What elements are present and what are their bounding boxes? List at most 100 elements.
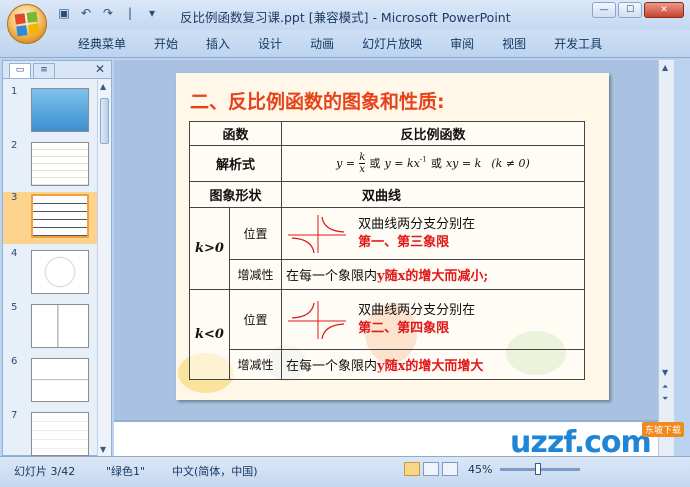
- ribbon-tabs: 经典菜单 开始 插入 设计 动画 幻灯片放映 审阅 视图 开发工具: [64, 36, 616, 52]
- scroll-up-icon[interactable]: ▲: [662, 63, 668, 72]
- zoom-slider-handle[interactable]: [535, 463, 541, 475]
- panel-tabs: ▭ ≡ ✕: [3, 61, 111, 79]
- customize-qat-icon[interactable]: ▾: [144, 6, 160, 20]
- outline-tab-icon[interactable]: ≡: [33, 63, 55, 78]
- position-text-pos: 双曲线两分支分别在 第一、第三象限: [358, 216, 475, 252]
- slide-thumbnail-4[interactable]: 4: [3, 248, 97, 300]
- position-neg-line2: 第二、第四象限: [358, 320, 450, 336]
- k-negative-label: k<0: [189, 289, 230, 380]
- slides-panel: ▭ ≡ ✕ 1 2 3 4 5 6 7 ▲ ▼: [2, 60, 112, 456]
- scroll-up-icon[interactable]: ▲: [100, 82, 106, 91]
- formula-exponent: -1: [419, 155, 427, 164]
- zoom-level[interactable]: 45%: [468, 463, 492, 476]
- theme-name: "绿色1": [106, 465, 146, 478]
- formula-condition: (k ≠ 0): [491, 157, 530, 170]
- formula-cell: y = k x 或 y = kx-1 或 xy = k (k ≠ 0): [281, 145, 585, 182]
- trend-cell-neg: 在每一个象限内y随x的增大而增大: [281, 349, 585, 380]
- ribbon: 经典菜单 开始 插入 设计 动画 幻灯片放映 审阅 视图 开发工具: [0, 30, 690, 58]
- office-button[interactable]: [7, 4, 47, 44]
- tab-classic-menu[interactable]: 经典菜单: [64, 36, 140, 52]
- row-formula-label: 解析式: [189, 145, 282, 182]
- trend-label-pos: 增减性: [229, 259, 282, 290]
- thumbnail-image: [31, 88, 89, 132]
- maximize-button[interactable]: ☐: [618, 2, 642, 18]
- position-neg-line1: 双曲线两分支分别在: [358, 302, 476, 318]
- tab-slideshow[interactable]: 幻灯片放映: [348, 36, 436, 52]
- k-positive-label: k>0: [189, 207, 230, 290]
- position-cell-neg: 双曲线两分支分别在 第二、第四象限: [281, 289, 585, 350]
- header-inverse-function: 反比例函数: [281, 121, 585, 146]
- trend-neg-red: y随x的增大而增大: [377, 359, 484, 374]
- title-bar: ▣ ↶ ↷ | ▾ 反比例函数复习课.ppt [兼容模式] - Microsof…: [0, 0, 690, 30]
- scroll-down-icon[interactable]: ▼: [662, 368, 668, 377]
- normal-view-icon[interactable]: [404, 462, 420, 476]
- slide-canvas[interactable]: 二、反比例函数的图象和性质: 函数 反比例函数 解析式 y = k x 或 y …: [176, 73, 609, 400]
- tab-home[interactable]: 开始: [140, 36, 192, 52]
- position-pos-line2: 第一、第三象限: [358, 234, 450, 250]
- slideshow-view-icon[interactable]: [442, 462, 458, 476]
- thumbnail-image: [31, 250, 89, 294]
- slide-thumbnail-2[interactable]: 2: [3, 140, 97, 192]
- previous-slide-icon[interactable]: ⏶: [662, 382, 668, 392]
- watermark-badge: 东坡下载: [642, 422, 685, 437]
- close-button[interactable]: ✕: [644, 2, 684, 18]
- thumbnail-image: [31, 358, 89, 402]
- next-slide-icon[interactable]: ⏷: [662, 394, 668, 404]
- undo-icon[interactable]: ↶: [78, 6, 94, 20]
- window-title: 反比例函数复习课.ppt [兼容模式] - Microsoft PowerPoi…: [180, 10, 511, 25]
- slide-sorter-view-icon[interactable]: [423, 462, 439, 476]
- scroll-thumb[interactable]: [100, 98, 109, 144]
- trend-pos-prefix: 在每一个象限内: [286, 269, 378, 284]
- tab-insert[interactable]: 插入: [192, 36, 244, 52]
- position-text-neg: 双曲线两分支分别在 第二、第四象限: [358, 302, 475, 338]
- slide-thumbnail-5[interactable]: 5: [3, 302, 97, 354]
- quick-access-toolbar: ▣ ↶ ↷ | ▾: [56, 6, 160, 20]
- panel-close-icon[interactable]: ✕: [95, 62, 105, 76]
- tab-review[interactable]: 审阅: [436, 36, 488, 52]
- panel-scrollbar[interactable]: ▲ ▼: [97, 80, 111, 456]
- hyperbola-quadrant-2-4-icon: [288, 300, 346, 339]
- watermark-text: uzzf.com: [510, 424, 652, 460]
- thumbnail-image: [31, 304, 89, 348]
- slide-thumbnail-7[interactable]: 7: [3, 410, 97, 456]
- formula-y2: y = kx: [384, 157, 420, 170]
- thumbnail-image: [31, 412, 89, 456]
- position-label-pos: 位置: [229, 207, 282, 260]
- workspace-scrollbar[interactable]: ▲ ▼ ⏶ ⏷: [658, 60, 674, 456]
- window-controls: — ☐ ✕: [592, 2, 684, 18]
- slide-thumbnail-6[interactable]: 6: [3, 356, 97, 408]
- redo-icon[interactable]: ↷: [100, 6, 116, 20]
- position-pos-line1: 双曲线两分支分别在: [358, 216, 476, 232]
- save-icon[interactable]: ▣: [56, 6, 72, 20]
- trend-label-neg: 增减性: [229, 349, 282, 380]
- formula-y: y =: [336, 157, 356, 170]
- formula-or-1: 或: [369, 157, 381, 170]
- tab-view[interactable]: 视图: [488, 36, 540, 52]
- thumbnail-number: 3: [11, 192, 18, 203]
- hyperbola-quadrant-1-3-icon: [288, 214, 346, 253]
- office-logo-icon: [14, 11, 40, 37]
- thumbnail-number: 5: [11, 302, 18, 313]
- minimize-button[interactable]: —: [592, 2, 616, 18]
- properties-table: 函数 反比例函数 解析式 y = k x 或 y = kx-1 或 xy = k…: [189, 121, 585, 380]
- formula-or-2: 或: [430, 157, 442, 170]
- slide-thumbnail-1[interactable]: 1: [3, 86, 97, 138]
- thumbnail-number: 1: [11, 86, 18, 97]
- scroll-down-icon[interactable]: ▼: [100, 445, 106, 454]
- trend-neg-prefix: 在每一个象限内: [286, 359, 378, 374]
- qat-separator: |: [127, 6, 133, 20]
- thumbnail-number: 2: [11, 140, 18, 151]
- slides-tab-icon[interactable]: ▭: [9, 63, 31, 78]
- slide-workspace: 二、反比例函数的图象和性质: 函数 反比例函数 解析式 y = k x 或 y …: [114, 60, 674, 456]
- tab-animations[interactable]: 动画: [296, 36, 348, 52]
- tab-developer[interactable]: 开发工具: [540, 36, 616, 52]
- slide-counter: 幻灯片 3/42: [14, 465, 76, 478]
- formula-xy: xy = k: [445, 157, 482, 170]
- thumbnail-image: [31, 142, 89, 186]
- formula-fraction: k x: [359, 152, 366, 175]
- tab-design[interactable]: 设计: [244, 36, 296, 52]
- slide-thumbnail-3[interactable]: 3: [3, 192, 97, 244]
- language-indicator[interactable]: 中文(简体，中国): [172, 463, 258, 479]
- fraction-numerator: k: [359, 152, 366, 164]
- position-label-neg: 位置: [229, 289, 282, 350]
